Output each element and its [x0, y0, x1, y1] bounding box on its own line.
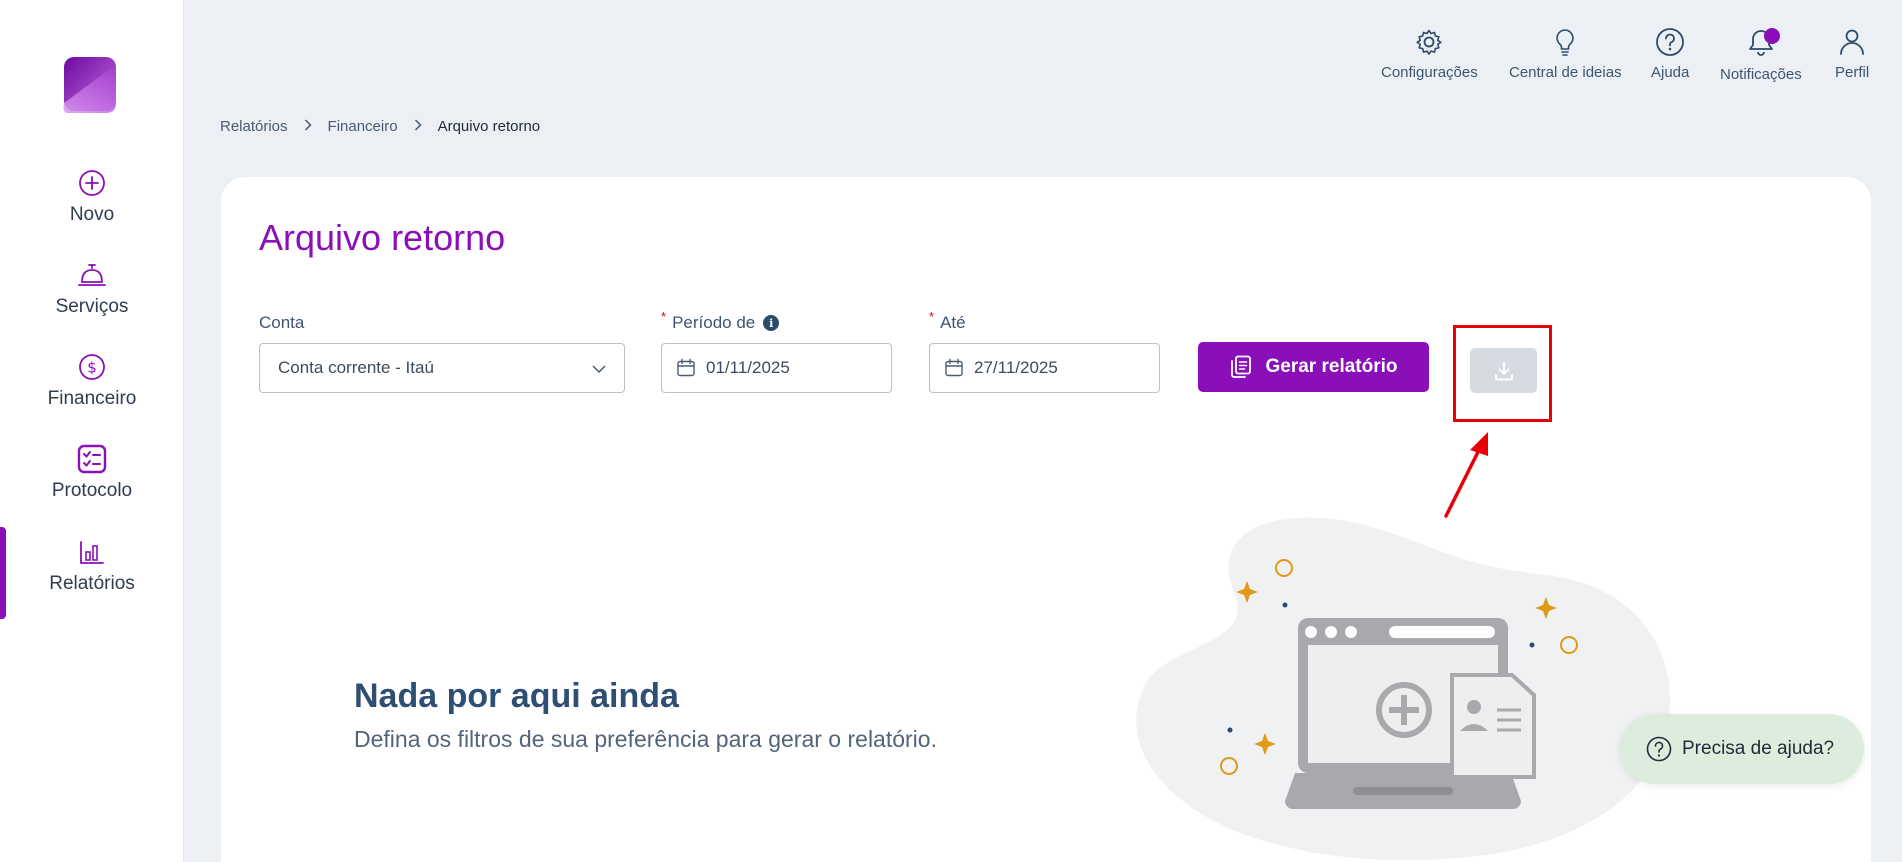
topbar-label: Ajuda: [1651, 64, 1690, 81]
period-to-label: * Até: [929, 309, 966, 333]
document-copy-icon: [1230, 355, 1251, 378]
account-label: Conta: [259, 313, 305, 332]
topbar-central-ideias[interactable]: Central de ideias: [1509, 26, 1622, 81]
bar-chart-icon: [77, 537, 107, 567]
svg-text:$: $: [87, 359, 97, 377]
help-icon: [1646, 736, 1672, 762]
calendar-icon: [945, 358, 963, 377]
topbar-label: Central de ideias: [1509, 64, 1622, 81]
period-to-label-text: Até: [940, 313, 966, 332]
gear-icon: [1413, 26, 1445, 58]
account-select[interactable]: Conta corrente - Itaú: [259, 343, 625, 393]
breadcrumb-current: Arquivo retorno: [437, 118, 541, 135]
lightbulb-icon: [1549, 26, 1581, 58]
calendar-icon: [677, 358, 695, 377]
generate-report-button[interactable]: Gerar relatório: [1198, 342, 1429, 392]
help-chat-button[interactable]: Precisa de ajuda?: [1620, 714, 1864, 784]
info-icon[interactable]: i: [763, 315, 780, 331]
topbar-ajuda[interactable]: Ajuda: [1651, 26, 1689, 81]
topbar-configuracoes[interactable]: Configurações: [1381, 26, 1478, 81]
help-chat-label: Precisa de ajuda?: [1682, 738, 1835, 759]
empty-state-title: Nada por aqui ainda: [354, 677, 679, 715]
sidebar-item-financeiro[interactable]: $ Financeiro: [0, 352, 184, 436]
sidebar-item-novo[interactable]: Novo: [0, 168, 184, 252]
sidebar-item-label: Financeiro: [47, 388, 137, 409]
chevron-right-icon: [414, 118, 422, 135]
period-from-value: 01/11/2025: [706, 358, 790, 377]
empty-state-subtitle: Defina os filtros de sua preferência par…: [354, 726, 937, 752]
sidebar-item-relatorios[interactable]: Relatórios: [0, 537, 184, 621]
account-select-value: Conta corrente - Itaú: [278, 358, 434, 377]
topbar-notificacoes[interactable]: Notificações: [1720, 26, 1802, 83]
topbar-perfil[interactable]: Perfil: [1835, 26, 1869, 81]
checklist-icon: [77, 444, 107, 474]
generate-report-label: Gerar relatório: [1265, 356, 1398, 377]
annotation-highlight-box: [1453, 325, 1552, 422]
sidebar: Novo Serviços $ Financeiro Protocolo Rel…: [0, 0, 184, 862]
period-from-input[interactable]: 01/11/2025: [661, 343, 892, 393]
topbar-label: Notificações: [1720, 66, 1802, 83]
sidebar-item-label: Protocolo: [51, 480, 133, 501]
period-to-input[interactable]: 27/11/2025: [929, 343, 1160, 393]
breadcrumb-relatorios[interactable]: Relatórios: [220, 118, 288, 135]
period-from-label-text: Período de: [672, 313, 756, 332]
help-icon: [1654, 26, 1686, 58]
bell-icon: [1745, 26, 1780, 58]
required-marker: *: [929, 308, 935, 324]
breadcrumb-financeiro[interactable]: Financeiro: [328, 118, 398, 135]
sidebar-item-label: Novo: [69, 204, 115, 225]
plus-circle-icon: [77, 168, 107, 198]
user-icon: [1836, 26, 1868, 58]
required-marker: *: [661, 308, 667, 324]
chevron-right-icon: [304, 118, 312, 135]
sidebar-item-servicos[interactable]: Serviços: [0, 260, 184, 344]
empty-state-illustration: [1125, 505, 1685, 862]
period-to-value: 27/11/2025: [974, 358, 1058, 377]
topbar-label: Configurações: [1381, 64, 1478, 81]
annotation-arrow: [1444, 432, 1488, 518]
sidebar-item-protocolo[interactable]: Protocolo: [0, 444, 184, 528]
chevron-down-icon: [592, 361, 606, 381]
topbar-label: Perfil: [1835, 64, 1870, 81]
service-bell-icon: [77, 260, 107, 290]
period-from-label: * Período de i: [661, 309, 780, 333]
sidebar-item-label: Relatórios: [49, 573, 135, 594]
dollar-circle-icon: $: [77, 352, 107, 382]
app-logo[interactable]: [58, 55, 122, 117]
sidebar-item-label: Serviços: [55, 296, 129, 317]
page-title: Arquivo retorno: [259, 217, 506, 258]
breadcrumb: Relatórios Financeiro Arquivo retorno: [220, 118, 540, 135]
notification-badge: [1763, 28, 1780, 44]
